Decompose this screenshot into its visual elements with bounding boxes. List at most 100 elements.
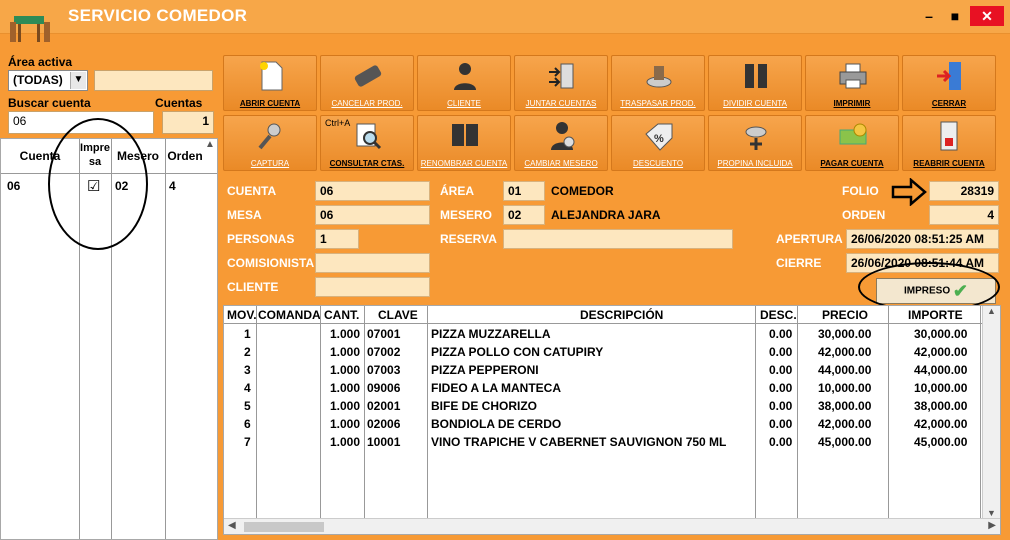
table-row[interactable]: 6 1.000 02006 BONDIOLA DE CERDO 0.00 42,000.0… — [224, 415, 982, 433]
person-icon — [454, 63, 476, 90]
svg-text:%: % — [654, 133, 664, 145]
col-cant[interactable]: CANT. — [324, 308, 359, 322]
descuento-button[interactable]: % DESCUENTO — [611, 115, 705, 171]
dividir-cuenta-button[interactable]: DIVIDIR CUENTA — [708, 55, 802, 111]
dining-table-icon — [10, 16, 50, 42]
close-window-button[interactable]: ✕ — [970, 6, 1004, 26]
reopen-door-icon — [940, 121, 958, 151]
cliente-label: CLIENTE — [227, 280, 279, 294]
area-activa-select[interactable]: (TODAS) ▼ — [8, 70, 88, 91]
juntar-cuentas-button[interactable]: JUNTAR CUENTAS — [514, 55, 608, 111]
maximize-button[interactable]: ■ — [942, 6, 968, 26]
items-header: MOV. COMANDA CANT. CLAVE DESCRIPCIÓN DES… — [224, 306, 1000, 324]
table-row[interactable]: 3 1.000 07003 PIZZA PEPPERONI 0.00 44,000.00 4… — [224, 361, 982, 379]
cambiar-mesero-button[interactable]: CAMBIAR MESERO — [514, 115, 608, 171]
reabrir-cuenta-button[interactable]: REABRIR CUENTA — [902, 115, 996, 171]
table-row[interactable]: 4 1.000 09006 FIDEO A LA MANTECA 0.00 10,000.… — [224, 379, 982, 397]
arrow-right-icon — [891, 178, 927, 206]
cuenta-field[interactable]: 06 — [315, 181, 430, 201]
col-clave[interactable]: CLAVE — [378, 308, 418, 322]
area-name: COMEDOR — [551, 184, 614, 198]
transfer-food-icon — [646, 66, 672, 88]
buscar-cuenta-label: Buscar cuenta — [8, 96, 91, 110]
scroll-right-icon[interactable]: ▶ — [988, 520, 996, 531]
split-bill-icon — [745, 64, 767, 88]
col-comanda[interactable]: COMANDA — [258, 308, 321, 322]
imprimir-button[interactable]: IMPRIMIR — [805, 55, 899, 111]
renombrar-cuenta-button[interactable]: RENOMBRAR CUENTA — [417, 115, 511, 171]
mesa-field[interactable]: 06 — [315, 205, 430, 225]
discount-tag-icon: % — [645, 123, 673, 151]
printer-icon — [839, 63, 867, 89]
minimize-button[interactable]: – — [916, 6, 942, 26]
col-importe[interactable]: IMPORTE — [908, 308, 963, 322]
scroll-left-icon[interactable]: ◀ — [228, 520, 236, 531]
consultar-ctas-button[interactable]: Ctrl+A CONSULTAR CTAS. — [320, 115, 414, 171]
comisionista-label: COMISIONISTA — [227, 256, 315, 270]
abrir-cuenta-button[interactable]: ABRIR CUENTA — [223, 55, 317, 111]
rename-icon — [452, 124, 478, 146]
cierre-label: CIERRE — [776, 256, 822, 270]
row-cuenta: 06 — [7, 179, 21, 193]
title-bar: SERVICIO COMEDOR – ■ ✕ — [0, 0, 1010, 42]
area-filter-field[interactable] — [94, 70, 213, 91]
left-panel: Área activa (TODAS) ▼ Buscar cuenta Cuen… — [0, 50, 218, 540]
captura-button[interactable]: CAPTURA — [223, 115, 317, 171]
horizontal-scrollbar[interactable]: ◀ ▶ — [224, 518, 1000, 534]
reserva-label: RESERVA — [440, 232, 497, 246]
area-activa-label: Área activa — [8, 55, 73, 69]
waiter-icon — [551, 122, 575, 150]
personas-label: PERSONAS — [227, 232, 295, 246]
cliente-button[interactable]: CLIENTE — [417, 55, 511, 111]
items-table: MOV. COMANDA CANT. CLAVE DESCRIPCIÓN DES… — [223, 305, 1001, 535]
vertical-scrollbar[interactable]: ▲ ▼ — [982, 306, 1000, 518]
scroll-up-icon[interactable]: ▲ — [983, 306, 1000, 316]
col-desc[interactable]: DESC. — [760, 308, 797, 322]
apertura-label: APERTURA — [776, 232, 843, 246]
money-icon — [839, 123, 867, 145]
col-precio[interactable]: PRECIO — [822, 308, 868, 322]
area-activa-value: (TODAS) — [13, 73, 63, 87]
pagar-cuenta-button[interactable]: PAGAR CUENTA — [805, 115, 899, 171]
scroll-up-icon[interactable]: ▲ — [203, 139, 217, 157]
scroll-thumb[interactable] — [244, 522, 324, 532]
area-code-field[interactable]: 01 — [503, 181, 545, 201]
mesero-label: MESERO — [440, 208, 493, 222]
folio-label: FOLIO — [842, 184, 879, 198]
reserva-field[interactable] — [503, 229, 733, 249]
col-orden[interactable]: Orden — [165, 139, 205, 177]
mesero-name: ALEJANDRA JARA — [551, 208, 661, 222]
coins-plus-icon — [745, 126, 767, 150]
cerrar-button[interactable]: CERRAR — [902, 55, 996, 111]
annotation-circle — [48, 118, 148, 250]
scroll-down-icon[interactable]: ▼ — [983, 508, 1000, 518]
apertura-field: 26/06/2020 08:51:25 AM — [846, 229, 999, 249]
cancelar-prod-button[interactable]: CANCELAR PROD. — [320, 55, 414, 111]
col-descripcion[interactable]: DESCRIPCIÓN — [580, 308, 663, 322]
folio-field: 28319 — [929, 181, 999, 201]
chevron-down-icon[interactable]: ▼ — [70, 72, 86, 89]
personas-field[interactable]: 1 — [315, 229, 359, 249]
hand-pointer-icon — [258, 123, 281, 150]
comisionista-field[interactable] — [315, 253, 430, 273]
table-row[interactable]: 7 1.000 10001 VINO TRAPICHE V CABERNET SAUV… — [224, 433, 982, 451]
window-title: SERVICIO COMEDOR — [68, 6, 248, 25]
area-label: ÁREA — [440, 184, 475, 198]
orden-field: 4 — [929, 205, 999, 225]
hotkey-label: Ctrl+A — [325, 118, 351, 128]
traspasar-prod-button[interactable]: TRASPASAR PROD. — [611, 55, 705, 111]
magnifier-icon — [356, 123, 382, 150]
new-document-icon — [260, 61, 283, 91]
col-mov[interactable]: MOV. — [227, 308, 257, 322]
mesero-code-field[interactable]: 02 — [503, 205, 545, 225]
table-row[interactable]: 1 1.000 07001 PIZZA MUZZARELLA 0.00 30,000.00… — [224, 325, 982, 343]
eraser-icon — [354, 65, 382, 87]
table-row[interactable]: 2 1.000 07002 PIZZA POLLO CON CATUPIRY 0.00 4… — [224, 343, 982, 361]
table-row[interactable]: 5 1.000 02001 BIFE DE CHORIZO 0.00 38,000.00 3… — [224, 397, 982, 415]
orden-label: ORDEN — [842, 208, 886, 222]
cuentas-label: Cuentas — [155, 96, 203, 110]
cliente-field[interactable] — [315, 277, 430, 297]
mesa-label: MESA — [227, 208, 262, 222]
main-panel: ABRIR CUENTA CANCELAR PROD. CLIENTE JUNT… — [220, 50, 1006, 540]
propina-incluida-button[interactable]: PROPINA INCLUIDA — [708, 115, 802, 171]
